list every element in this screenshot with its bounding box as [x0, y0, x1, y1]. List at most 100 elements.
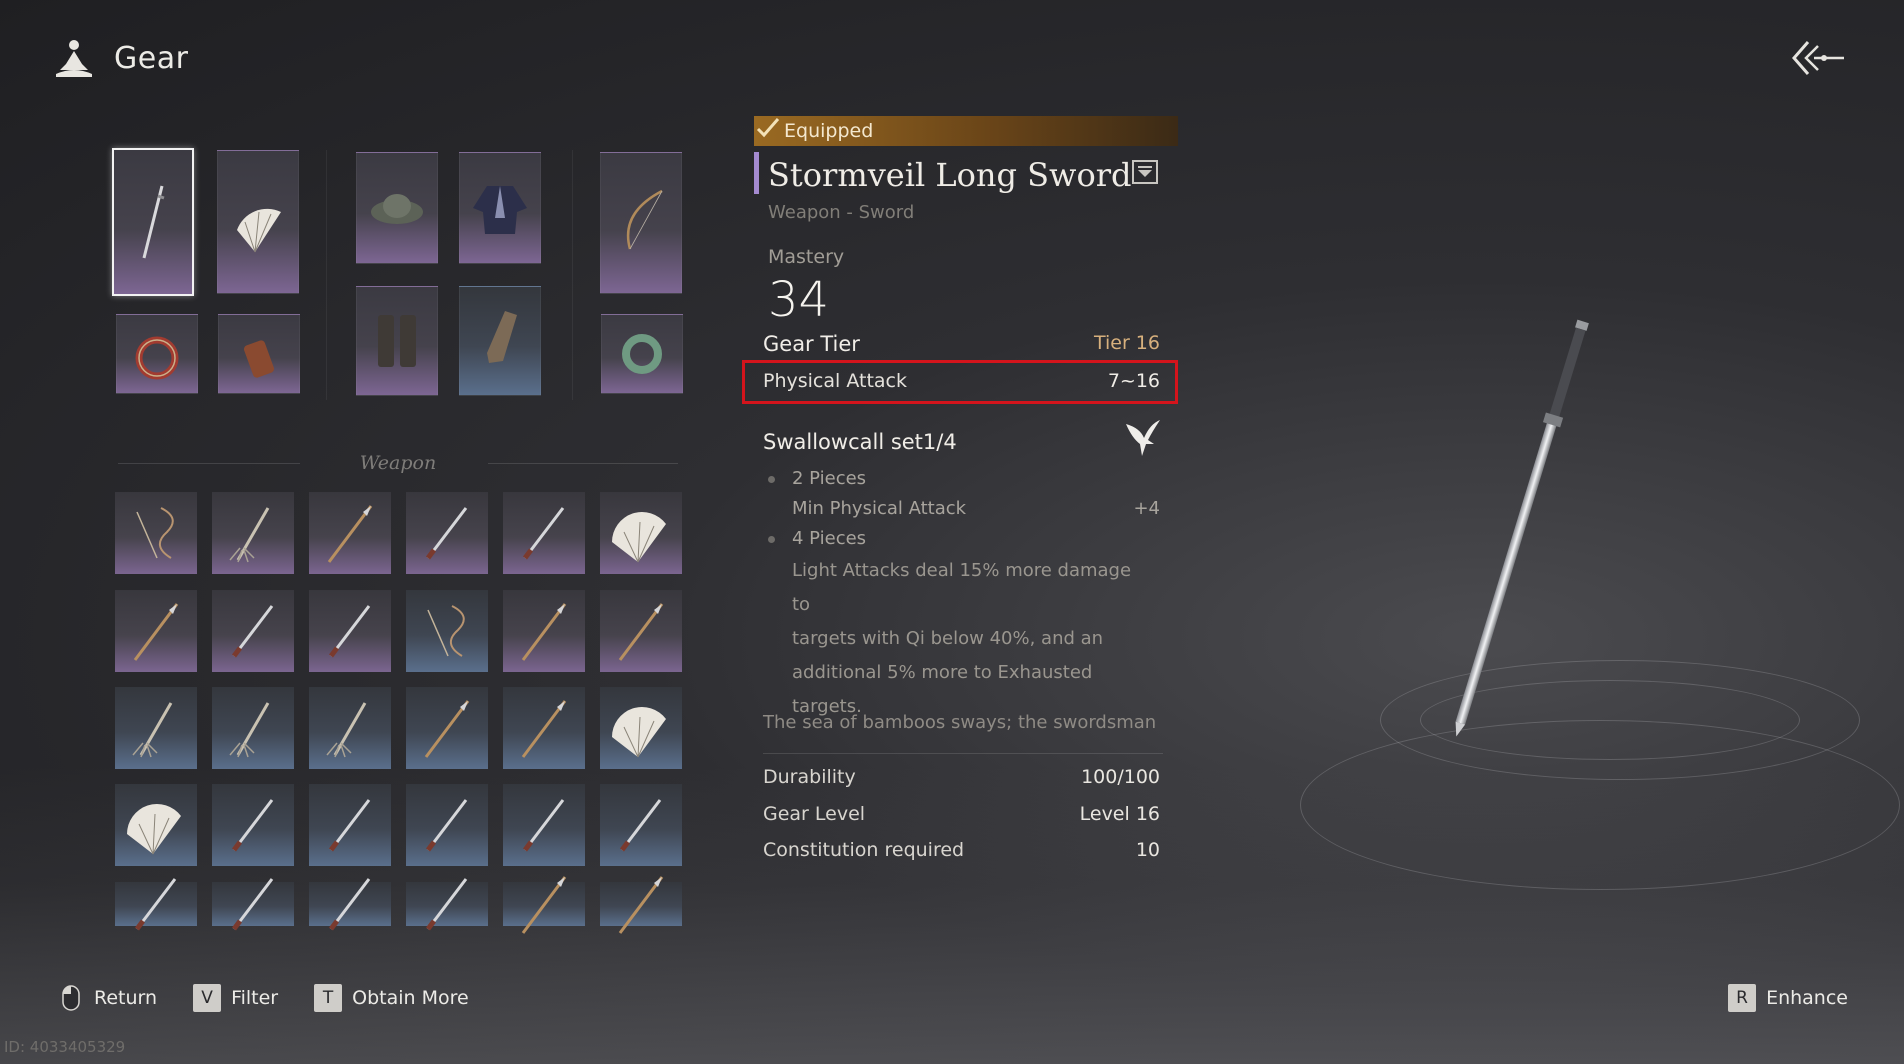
equipped-slot-quiver[interactable] [218, 314, 300, 394]
durability-value: 100/100 [1081, 766, 1160, 788]
inventory-item-sword[interactable] [406, 492, 488, 574]
page-title: Gear [114, 40, 189, 76]
set-4-pieces-label: 4 Pieces [792, 528, 867, 549]
inventory-item-umbrella-blade[interactable] [212, 687, 294, 769]
gear-level-value: Level 16 [1079, 803, 1160, 825]
fan-icon [612, 707, 666, 758]
meditate-icon [56, 40, 92, 77]
page-header: Gear [52, 36, 188, 80]
sword-icon [523, 507, 565, 560]
weapon-section-header: Weapon [118, 452, 678, 476]
equipped-slot-wrist-bracer[interactable] [116, 314, 198, 394]
filter-button[interactable]: V Filter [193, 984, 278, 1012]
inventory-item-fan[interactable] [600, 687, 682, 769]
inventory-item-umbrella-blade[interactable] [115, 687, 197, 769]
inventory-item-sword[interactable] [212, 590, 294, 672]
inventory-item-sword[interactable] [309, 784, 391, 866]
obtain-more-button[interactable]: T Obtain More [314, 984, 469, 1012]
leg-guard-icon [378, 315, 416, 367]
sword-icon [232, 799, 274, 852]
sword-icon [426, 878, 468, 931]
inventory-item-spear[interactable] [600, 876, 682, 934]
inventory-item-spear[interactable] [503, 876, 585, 934]
enhance-button[interactable]: R Enhance [1728, 984, 1848, 1012]
physical-attack-label: Physical Attack [763, 370, 907, 392]
inventory-item-spear[interactable] [503, 687, 585, 769]
equipped-label: Equipped [784, 120, 874, 142]
stats-divider [763, 753, 1163, 754]
equipped-slot-hat[interactable] [356, 152, 438, 264]
divider-right [488, 463, 678, 464]
inventory-item-sword[interactable] [309, 878, 391, 931]
mouse-icon [62, 985, 80, 1011]
physical-attack-value: 7~16 [1107, 370, 1160, 392]
equipped-slot-bow[interactable] [600, 152, 682, 294]
slot-divider [326, 150, 327, 400]
slot-divider [572, 150, 573, 400]
inventory-item-rope-dart[interactable] [406, 590, 488, 672]
user-id: ID: 4033405329 [4, 1038, 126, 1056]
fan-icon [127, 804, 181, 855]
fan-icon [237, 208, 281, 253]
inventory-item-fan[interactable] [600, 492, 682, 574]
sword-icon [232, 605, 274, 658]
spear-icon [618, 603, 664, 661]
quiver-icon [243, 340, 275, 378]
inventory-item-sword[interactable] [309, 590, 391, 672]
inventory-item-sword[interactable] [406, 878, 488, 931]
robe-icon [473, 186, 527, 234]
equipped-slot-sword[interactable] [112, 148, 194, 296]
inventory-item-rope-dart[interactable] [115, 492, 197, 574]
gear-tier-label: Gear Tier [763, 332, 860, 356]
rope-dart-icon [136, 507, 174, 559]
sword-icon [329, 799, 371, 852]
inventory-item-sword[interactable] [503, 492, 585, 574]
inventory-item-spear[interactable] [503, 590, 585, 672]
inventory-item-sword[interactable] [600, 784, 682, 866]
sword-icon [426, 507, 468, 560]
inventory-item-spear[interactable] [406, 687, 488, 769]
equipped-slot-gauntlet[interactable] [459, 286, 541, 396]
key-t: T [314, 984, 343, 1012]
umbrella-blade-icon [229, 507, 270, 563]
return-button[interactable]: Return [62, 985, 157, 1011]
inventory-item-sword[interactable] [115, 878, 197, 931]
mastery-label: Mastery [768, 246, 845, 268]
equipped-slot-jade-ring[interactable] [601, 314, 683, 394]
sword-icon [232, 878, 274, 931]
enhance-label: Enhance [1766, 987, 1848, 1009]
set-4-pieces-description: Light Attacks deal 15% more damage to ta… [792, 554, 1152, 724]
water-ripple [1300, 720, 1900, 890]
inventory-item-fan[interactable] [115, 784, 197, 866]
inventory-item-umbrella-blade[interactable] [309, 687, 391, 769]
bracer-icon [135, 336, 179, 380]
sword-preview-model [1455, 319, 1589, 737]
equipped-slot-leg-guards[interactable] [356, 286, 438, 396]
key-r: R [1728, 984, 1757, 1012]
inventory-item-spear[interactable] [115, 590, 197, 672]
bottom-bar: Return V Filter T Obtain More [62, 984, 505, 1012]
spear-icon [521, 876, 567, 934]
desc-line: targets with Qi below 40%, and an [792, 628, 1104, 649]
umbrella-blade-icon [132, 702, 173, 758]
key-v: V [193, 984, 222, 1012]
inventory-item-umbrella-blade[interactable] [212, 492, 294, 574]
swallow-icon [1126, 420, 1160, 456]
back-arrow-icon[interactable] [1788, 36, 1846, 80]
inventory-item-spear[interactable] [309, 492, 391, 574]
spear-icon [521, 700, 567, 758]
constitution-value: 10 [1135, 839, 1160, 861]
compare-icon[interactable] [1132, 160, 1158, 184]
inventory-item-sword[interactable] [212, 784, 294, 866]
set-2-pieces-stat: Min Physical Attack [792, 498, 967, 519]
inventory-item-sword[interactable] [503, 784, 585, 866]
obtain-more-label: Obtain More [352, 987, 469, 1009]
inventory-item-sword[interactable] [406, 784, 488, 866]
hat-icon [371, 194, 423, 224]
inventory-item-spear[interactable] [600, 590, 682, 672]
desc-line: Light Attacks deal 15% more damage to [792, 560, 1132, 615]
inventory-item-sword[interactable] [212, 878, 294, 931]
mastery-value: 34 [768, 272, 830, 328]
equipped-slot-fan[interactable] [217, 150, 299, 294]
equipped-slot-robe[interactable] [459, 152, 541, 264]
